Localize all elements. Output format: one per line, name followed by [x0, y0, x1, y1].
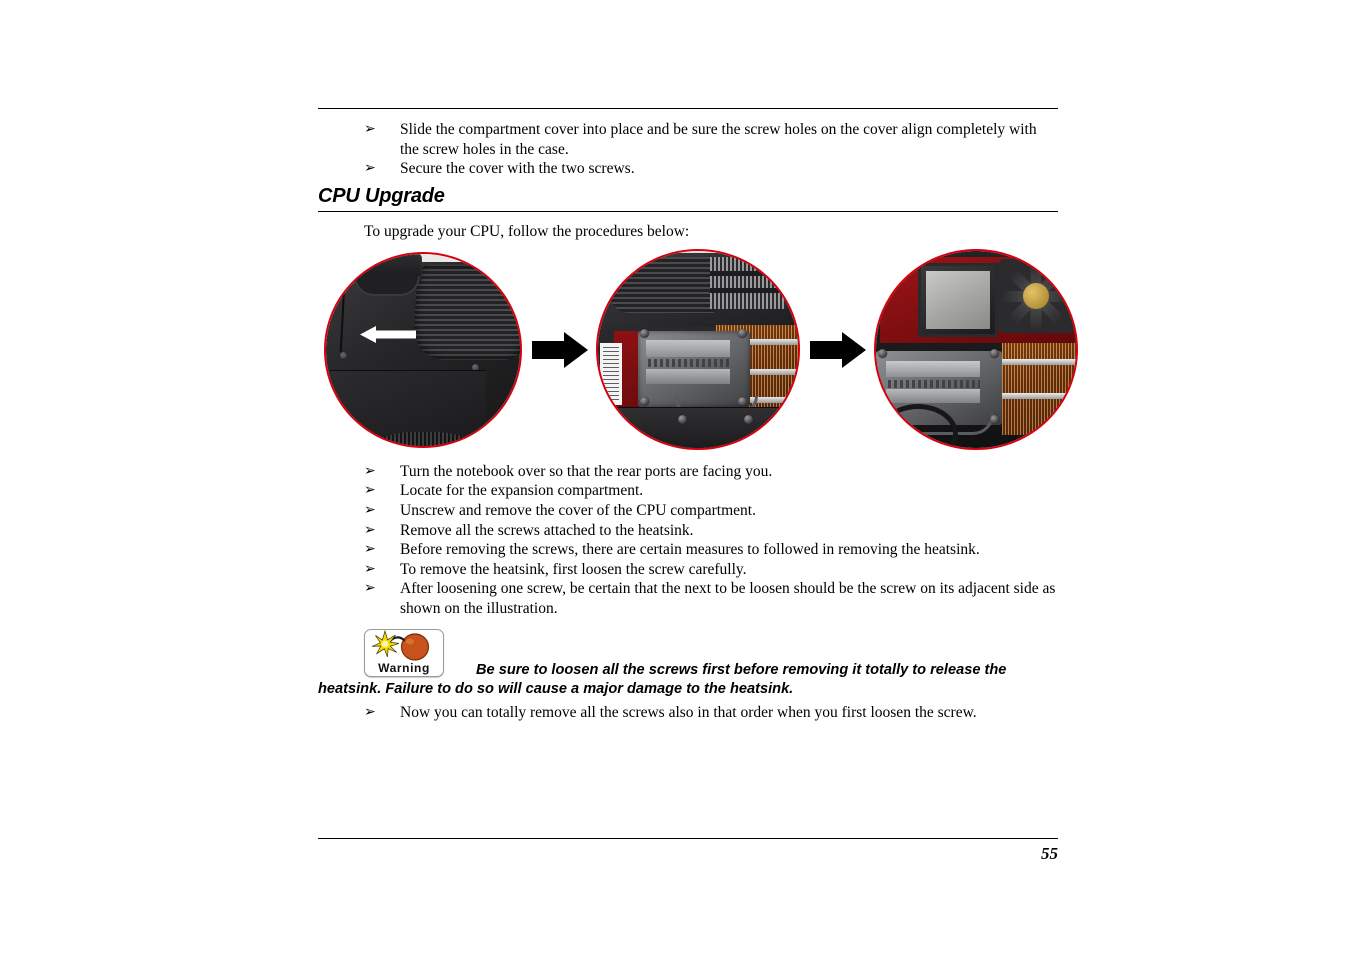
arrow-bullet-icon: ➢ [364, 501, 376, 518]
list-item-text: After loosening one screw, be certain th… [400, 580, 1056, 617]
right-arrow-icon [532, 331, 588, 368]
warning-callout: Warning Be sure to loosen all the screws… [318, 628, 1058, 699]
final-bullet-list: ➢ Now you can totally remove all the scr… [318, 703, 1058, 723]
list-item-text: Unscrew and remove the cover of the CPU … [400, 501, 756, 519]
bomb-warning-icon: Warning [364, 628, 444, 677]
list-item: ➢ To remove the heatsink, first loosen t… [318, 560, 1058, 580]
section-heading: CPU Upgrade [318, 184, 445, 207]
list-item: ➢ Turn the notebook over so that the rea… [318, 462, 1058, 482]
photo-notebook-underside [324, 251, 522, 448]
procedure-bullet-list: ➢ Turn the notebook over so that the rea… [318, 462, 1058, 619]
list-item-text: Slide the compartment cover into place a… [400, 121, 1037, 158]
arrow-bullet-icon: ➢ [364, 541, 376, 558]
list-item: ➢ Locate for the expansion compartment. [318, 481, 1058, 501]
cpu-upgrade-figure [318, 249, 1078, 451]
flow-arrow-1 [532, 331, 588, 369]
right-arrow-icon [810, 331, 866, 368]
list-item-text: Secure the cover with the two screws. [400, 160, 635, 178]
warning-icon-label: Warning [378, 660, 430, 675]
list-item: ➢ Remove all the screws attached to the … [318, 521, 1058, 541]
section-heading-rule [318, 210, 1058, 212]
list-item-text: Remove all the screws attached to the he… [400, 521, 694, 539]
list-item: ➢ Before removing the screws, there are … [318, 540, 1058, 560]
list-item-text: Before removing the screws, there are ce… [400, 541, 980, 559]
footer-rule [318, 838, 1058, 839]
page-number: 55 [1041, 844, 1058, 863]
list-item: ➢ Now you can totally remove all the scr… [318, 703, 1058, 723]
section-intro-text: To upgrade your CPU, follow the procedur… [364, 222, 690, 240]
flow-arrow-2 [810, 331, 866, 369]
slide-direction-arrow-icon [360, 325, 416, 343]
arrow-bullet-icon: ➢ [364, 521, 376, 538]
list-item: ➢ Slide the compartment cover into place… [318, 120, 1058, 159]
manual-page: ➢ Slide the compartment cover into place… [0, 0, 1351, 954]
page-content: ➢ Slide the compartment cover into place… [318, 108, 1078, 723]
list-item: ➢ Secure the cover with the two screws. [318, 159, 1058, 179]
arrow-bullet-icon: ➢ [364, 482, 376, 499]
arrow-bullet-icon: ➢ [364, 703, 376, 720]
page-footer: 55 [318, 838, 1058, 864]
arrow-bullet-icon: ➢ [364, 560, 376, 577]
photo-open-cpu-compartment [596, 249, 800, 451]
arrow-bullet-icon: ➢ [364, 160, 376, 177]
arrow-bullet-icon: ➢ [364, 580, 376, 597]
list-item-text: Turn the notebook over so that the rear … [400, 462, 773, 480]
list-item-text: Locate for the expansion compartment. [400, 482, 644, 500]
list-item-text: To remove the heatsink, first loosen the… [400, 560, 747, 578]
photo-heatsink-removed-cpu-socket [874, 249, 1078, 451]
list-item-text: Now you can totally remove all the screw… [400, 703, 977, 721]
top-bullet-list: ➢ Slide the compartment cover into place… [318, 120, 1058, 179]
list-item: ➢ Unscrew and remove the cover of the CP… [318, 501, 1058, 521]
list-item: ➢ After loosening one screw, be certain … [318, 579, 1058, 618]
arrow-bullet-icon: ➢ [364, 462, 376, 479]
header-rule [318, 108, 1058, 109]
arrow-bullet-icon: ➢ [364, 121, 376, 137]
